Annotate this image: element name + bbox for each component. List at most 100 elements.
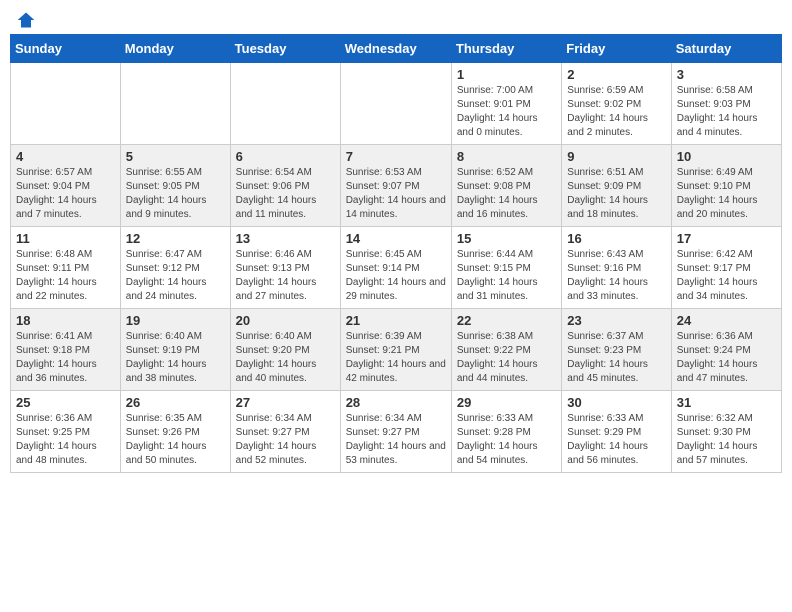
calendar-cell: 12 Sunrise: 6:47 AMSunset: 9:12 PMDayligh… <box>120 227 230 309</box>
calendar-cell: 18Sunrise: 6:41 AMSunset: 9:18 PMDayligh… <box>11 309 121 391</box>
day-info: Sunrise: 6:55 AMSunset: 9:05 PMDaylight:… <box>126 166 225 222</box>
calendar-cell: 1Sunrise: 7:00 AMSunset: 9:01 PMDaylight… <box>451 63 561 145</box>
day-info: Sunrise: 6:34 AMSunset: 9:27 PMDaylight:… <box>346 412 446 468</box>
calendar-cell: 31 Sunrise: 6:32 AMSunset: 9:30 PMDayligh… <box>671 391 781 473</box>
calendar-cell: 2 Sunrise: 6:59 AMSunset: 9:02 PMDaylight… <box>562 63 671 145</box>
calendar-cell: 16 Sunrise: 6:43 AMSunset: 9:16 PMDayligh… <box>562 227 671 309</box>
calendar-cell: 10Sunrise: 6:49 AMSunset: 9:10 PMDayligh… <box>671 145 781 227</box>
day-number: 23 <box>567 313 665 328</box>
day-info: Sunrise: 6:49 AMSunset: 9:10 PMDaylight:… <box>677 166 776 222</box>
day-number: 14 <box>346 231 446 246</box>
day-number: 20 <box>236 313 335 328</box>
day-info: Sunrise: 6:32 AMSunset: 9:30 PMDaylight:… <box>677 412 776 468</box>
day-info: Sunrise: 6:51 AMSunset: 9:09 PMDaylight:… <box>567 166 665 222</box>
day-number: 17 <box>677 231 776 246</box>
day-number: 21 <box>346 313 446 328</box>
logo <box>14 10 36 26</box>
calendar-cell: 21 Sunrise: 6:39 AMSunset: 9:21 PMDayligh… <box>340 309 451 391</box>
calendar: SundayMondayTuesdayWednesdayThursdayFrid… <box>10 34 782 473</box>
day-number: 5 <box>126 149 225 164</box>
day-info: Sunrise: 6:44 AMSunset: 9:15 PMDaylight:… <box>457 248 556 304</box>
calendar-cell: 25 Sunrise: 6:36 AMSunset: 9:25 PMDayligh… <box>11 391 121 473</box>
calendar-week-row: 18Sunrise: 6:41 AMSunset: 9:18 PMDayligh… <box>11 309 782 391</box>
day-info: Sunrise: 6:33 AMSunset: 9:29 PMDaylight:… <box>567 412 665 468</box>
calendar-cell: 19Sunrise: 6:40 AMSunset: 9:19 PMDayligh… <box>120 309 230 391</box>
day-number: 28 <box>346 395 446 410</box>
day-info: Sunrise: 6:45 AMSunset: 9:14 PMDaylight:… <box>346 248 446 304</box>
day-info: Sunrise: 6:53 AMSunset: 9:07 PMDaylight:… <box>346 166 446 222</box>
calendar-cell: 13Sunrise: 6:46 AMSunset: 9:13 PMDayligh… <box>230 227 340 309</box>
calendar-cell: 7 Sunrise: 6:53 AMSunset: 9:07 PMDaylight… <box>340 145 451 227</box>
day-number: 30 <box>567 395 665 410</box>
calendar-header-friday: Friday <box>562 35 671 63</box>
calendar-cell: 8Sunrise: 6:52 AMSunset: 9:08 PMDaylight… <box>451 145 561 227</box>
day-info: Sunrise: 6:36 AMSunset: 9:25 PMDaylight:… <box>16 412 115 468</box>
calendar-cell: 20 Sunrise: 6:40 AMSunset: 9:20 PMDayligh… <box>230 309 340 391</box>
day-number: 6 <box>236 149 335 164</box>
calendar-cell: 11Sunrise: 6:48 AMSunset: 9:11 PMDayligh… <box>11 227 121 309</box>
day-number: 3 <box>677 67 776 82</box>
calendar-header-row: SundayMondayTuesdayWednesdayThursdayFrid… <box>11 35 782 63</box>
day-info: Sunrise: 6:58 AMSunset: 9:03 PMDaylight:… <box>677 84 776 140</box>
day-number: 19 <box>126 313 225 328</box>
day-info: Sunrise: 6:57 AMSunset: 9:04 PMDaylight:… <box>16 166 115 222</box>
day-info: Sunrise: 6:35 AMSunset: 9:26 PMDaylight:… <box>126 412 225 468</box>
day-info: Sunrise: 6:59 AMSunset: 9:02 PMDaylight:… <box>567 84 665 140</box>
day-info: Sunrise: 6:52 AMSunset: 9:08 PMDaylight:… <box>457 166 556 222</box>
day-info: Sunrise: 7:00 AMSunset: 9:01 PMDaylight:… <box>457 84 556 140</box>
day-info: Sunrise: 6:38 AMSunset: 9:22 PMDaylight:… <box>457 330 556 386</box>
day-number: 7 <box>346 149 446 164</box>
day-number: 11 <box>16 231 115 246</box>
calendar-cell: 27 Sunrise: 6:34 AMSunset: 9:27 PMDayligh… <box>230 391 340 473</box>
day-number: 29 <box>457 395 556 410</box>
calendar-cell: 9 Sunrise: 6:51 AMSunset: 9:09 PMDaylight… <box>562 145 671 227</box>
calendar-cell: 22Sunrise: 6:38 AMSunset: 9:22 PMDayligh… <box>451 309 561 391</box>
day-info: Sunrise: 6:42 AMSunset: 9:17 PMDaylight:… <box>677 248 776 304</box>
day-number: 9 <box>567 149 665 164</box>
day-info: Sunrise: 6:47 AMSunset: 9:12 PMDaylight:… <box>126 248 225 304</box>
day-info: Sunrise: 6:54 AMSunset: 9:06 PMDaylight:… <box>236 166 335 222</box>
day-info: Sunrise: 6:36 AMSunset: 9:24 PMDaylight:… <box>677 330 776 386</box>
calendar-cell: 15Sunrise: 6:44 AMSunset: 9:15 PMDayligh… <box>451 227 561 309</box>
calendar-week-row: 4 Sunrise: 6:57 AMSunset: 9:04 PMDaylight… <box>11 145 782 227</box>
day-info: Sunrise: 6:46 AMSunset: 9:13 PMDaylight:… <box>236 248 335 304</box>
calendar-week-row: 1Sunrise: 7:00 AMSunset: 9:01 PMDaylight… <box>11 63 782 145</box>
day-info: Sunrise: 6:39 AMSunset: 9:21 PMDaylight:… <box>346 330 446 386</box>
day-info: Sunrise: 6:40 AMSunset: 9:20 PMDaylight:… <box>236 330 335 386</box>
day-number: 31 <box>677 395 776 410</box>
day-number: 25 <box>16 395 115 410</box>
calendar-header-monday: Monday <box>120 35 230 63</box>
calendar-header-sunday: Sunday <box>11 35 121 63</box>
calendar-header-tuesday: Tuesday <box>230 35 340 63</box>
day-number: 26 <box>126 395 225 410</box>
day-info: Sunrise: 6:33 AMSunset: 9:28 PMDaylight:… <box>457 412 556 468</box>
calendar-header-thursday: Thursday <box>451 35 561 63</box>
day-number: 27 <box>236 395 335 410</box>
calendar-cell: 28 Sunrise: 6:34 AMSunset: 9:27 PMDayligh… <box>340 391 451 473</box>
calendar-cell: 30 Sunrise: 6:33 AMSunset: 9:29 PMDayligh… <box>562 391 671 473</box>
calendar-cell: 17 Sunrise: 6:42 AMSunset: 9:17 PMDayligh… <box>671 227 781 309</box>
calendar-cell: 23 Sunrise: 6:37 AMSunset: 9:23 PMDayligh… <box>562 309 671 391</box>
day-number: 18 <box>16 313 115 328</box>
calendar-cell: 14 Sunrise: 6:45 AMSunset: 9:14 PMDayligh… <box>340 227 451 309</box>
calendar-week-row: 25 Sunrise: 6:36 AMSunset: 9:25 PMDayligh… <box>11 391 782 473</box>
day-number: 16 <box>567 231 665 246</box>
day-number: 4 <box>16 149 115 164</box>
day-info: Sunrise: 6:43 AMSunset: 9:16 PMDaylight:… <box>567 248 665 304</box>
calendar-header-wednesday: Wednesday <box>340 35 451 63</box>
day-info: Sunrise: 6:34 AMSunset: 9:27 PMDaylight:… <box>236 412 335 468</box>
calendar-cell: 3 Sunrise: 6:58 AMSunset: 9:03 PMDaylight… <box>671 63 781 145</box>
calendar-cell <box>120 63 230 145</box>
day-info: Sunrise: 6:37 AMSunset: 9:23 PMDaylight:… <box>567 330 665 386</box>
calendar-cell <box>11 63 121 145</box>
calendar-cell: 6 Sunrise: 6:54 AMSunset: 9:06 PMDaylight… <box>230 145 340 227</box>
day-number: 2 <box>567 67 665 82</box>
calendar-cell <box>340 63 451 145</box>
logo-icon <box>16 10 36 30</box>
calendar-cell: 29 Sunrise: 6:33 AMSunset: 9:28 PMDayligh… <box>451 391 561 473</box>
calendar-cell: 24Sunrise: 6:36 AMSunset: 9:24 PMDayligh… <box>671 309 781 391</box>
header <box>10 10 782 26</box>
calendar-header-saturday: Saturday <box>671 35 781 63</box>
calendar-cell: 4 Sunrise: 6:57 AMSunset: 9:04 PMDaylight… <box>11 145 121 227</box>
day-number: 12 <box>126 231 225 246</box>
